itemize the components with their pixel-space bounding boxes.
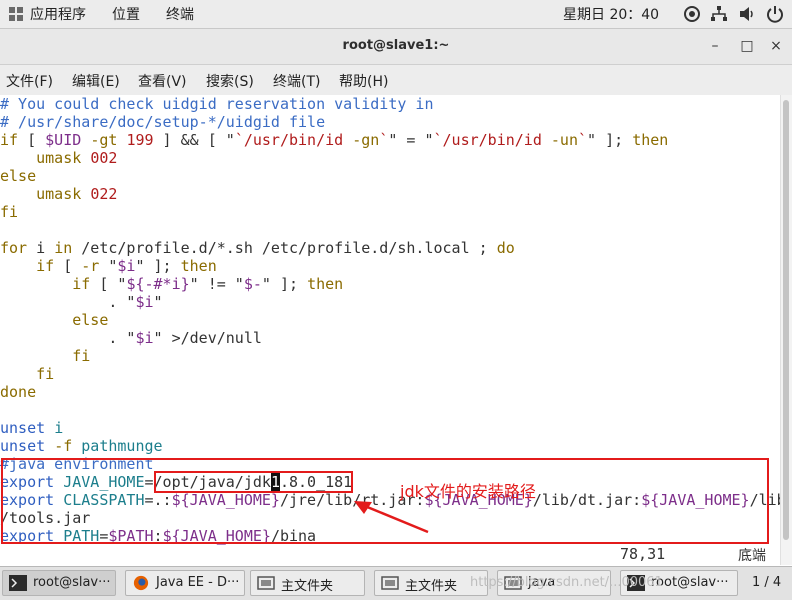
code-line: . "$i" >/dev/null: [0, 329, 262, 347]
code-line: fi: [72, 347, 91, 365]
code-line: umask 022: [36, 185, 118, 203]
task-label: Java EE - D···: [156, 575, 240, 590]
task-label: root@slav···: [33, 575, 111, 590]
code-line: for i in /etc/profile.d/*.sh /etc/profil…: [0, 239, 515, 257]
watermark: https://blog.csdn.net/...00061: [470, 575, 663, 590]
code-line: if [ -r "$i" ]; then: [36, 257, 217, 275]
code-line: fi: [36, 365, 55, 383]
cursor-position: 78,31: [620, 545, 666, 563]
volume-icon[interactable]: [738, 5, 756, 23]
scroll-position: 底端: [738, 548, 766, 564]
menu-bar: 文件(F) 编辑(E) 查看(V) 搜索(S) 终端(T) 帮助(H): [0, 65, 792, 96]
annotation-highlight: [154, 471, 353, 493]
apps-menu-icon[interactable]: [8, 6, 24, 22]
code-line: fi: [0, 203, 19, 221]
close-button[interactable]: ×: [767, 38, 785, 54]
code-line: if [ $UID -gt 199 ] && [ "`/usr/bin/id -…: [0, 131, 669, 149]
menu-view[interactable]: 查看(V): [138, 71, 187, 91]
annotation-arrow-icon: [354, 501, 429, 534]
code-line: if [ "${-#*i}" != "$-" ]; then: [72, 275, 344, 293]
firefox-icon: [133, 575, 149, 591]
terminal-icon: [9, 575, 27, 591]
folder-icon: [257, 576, 275, 590]
code-line: # /usr/share/doc/setup-*/uidgid file: [0, 113, 326, 131]
scrollbar-thumb[interactable]: [783, 100, 789, 540]
power-icon[interactable]: [766, 5, 784, 23]
code-line: . "$i": [0, 293, 163, 311]
top-panel: 应用程序 位置 终端 星期日 20：40: [0, 0, 792, 29]
task-browser[interactable]: Java EE - D···: [125, 570, 245, 596]
clock[interactable]: 星期日 20：40: [563, 4, 659, 24]
task-terminal-1[interactable]: root@slav···: [2, 570, 116, 596]
accessibility-icon[interactable]: [683, 5, 701, 23]
menu-edit[interactable]: 编辑(E): [72, 71, 120, 91]
menu-search[interactable]: 搜索(S): [206, 71, 254, 91]
task-label: 主文件夹: [281, 579, 334, 594]
task-label: 主文件夹: [405, 579, 458, 594]
taskbar: root@slav··· Java EE - D··· 主文件夹 主文件夹 ja…: [0, 566, 792, 600]
terminal-app-menu[interactable]: 终端: [166, 4, 194, 24]
code-line: else: [0, 167, 37, 185]
minimize-button[interactable]: –: [706, 38, 724, 54]
network-icon[interactable]: [710, 5, 728, 23]
menu-file[interactable]: 文件(F): [6, 71, 53, 91]
maximize-button[interactable]: □: [738, 38, 756, 54]
code-line: unset -f pathmunge: [0, 437, 163, 455]
code-line: done: [0, 383, 37, 401]
applications-menu[interactable]: 应用程序: [30, 4, 86, 24]
window-titlebar[interactable]: root@slave1:~ – □ ×: [0, 29, 792, 65]
places-menu[interactable]: 位置: [112, 4, 140, 24]
folder-icon: [381, 576, 399, 590]
code-line: # You could check uidgid reservation val…: [0, 95, 434, 113]
code-line: else: [72, 311, 109, 329]
menu-help[interactable]: 帮助(H): [339, 71, 388, 91]
window-title: root@slave1:~: [342, 38, 450, 53]
menu-terminal[interactable]: 终端(T): [273, 71, 320, 91]
code-line: unset i: [0, 419, 64, 437]
workspace-pager[interactable]: 1 / 4: [752, 575, 781, 590]
code-line: umask 002: [36, 149, 118, 167]
task-files-1[interactable]: 主文件夹: [250, 570, 365, 596]
